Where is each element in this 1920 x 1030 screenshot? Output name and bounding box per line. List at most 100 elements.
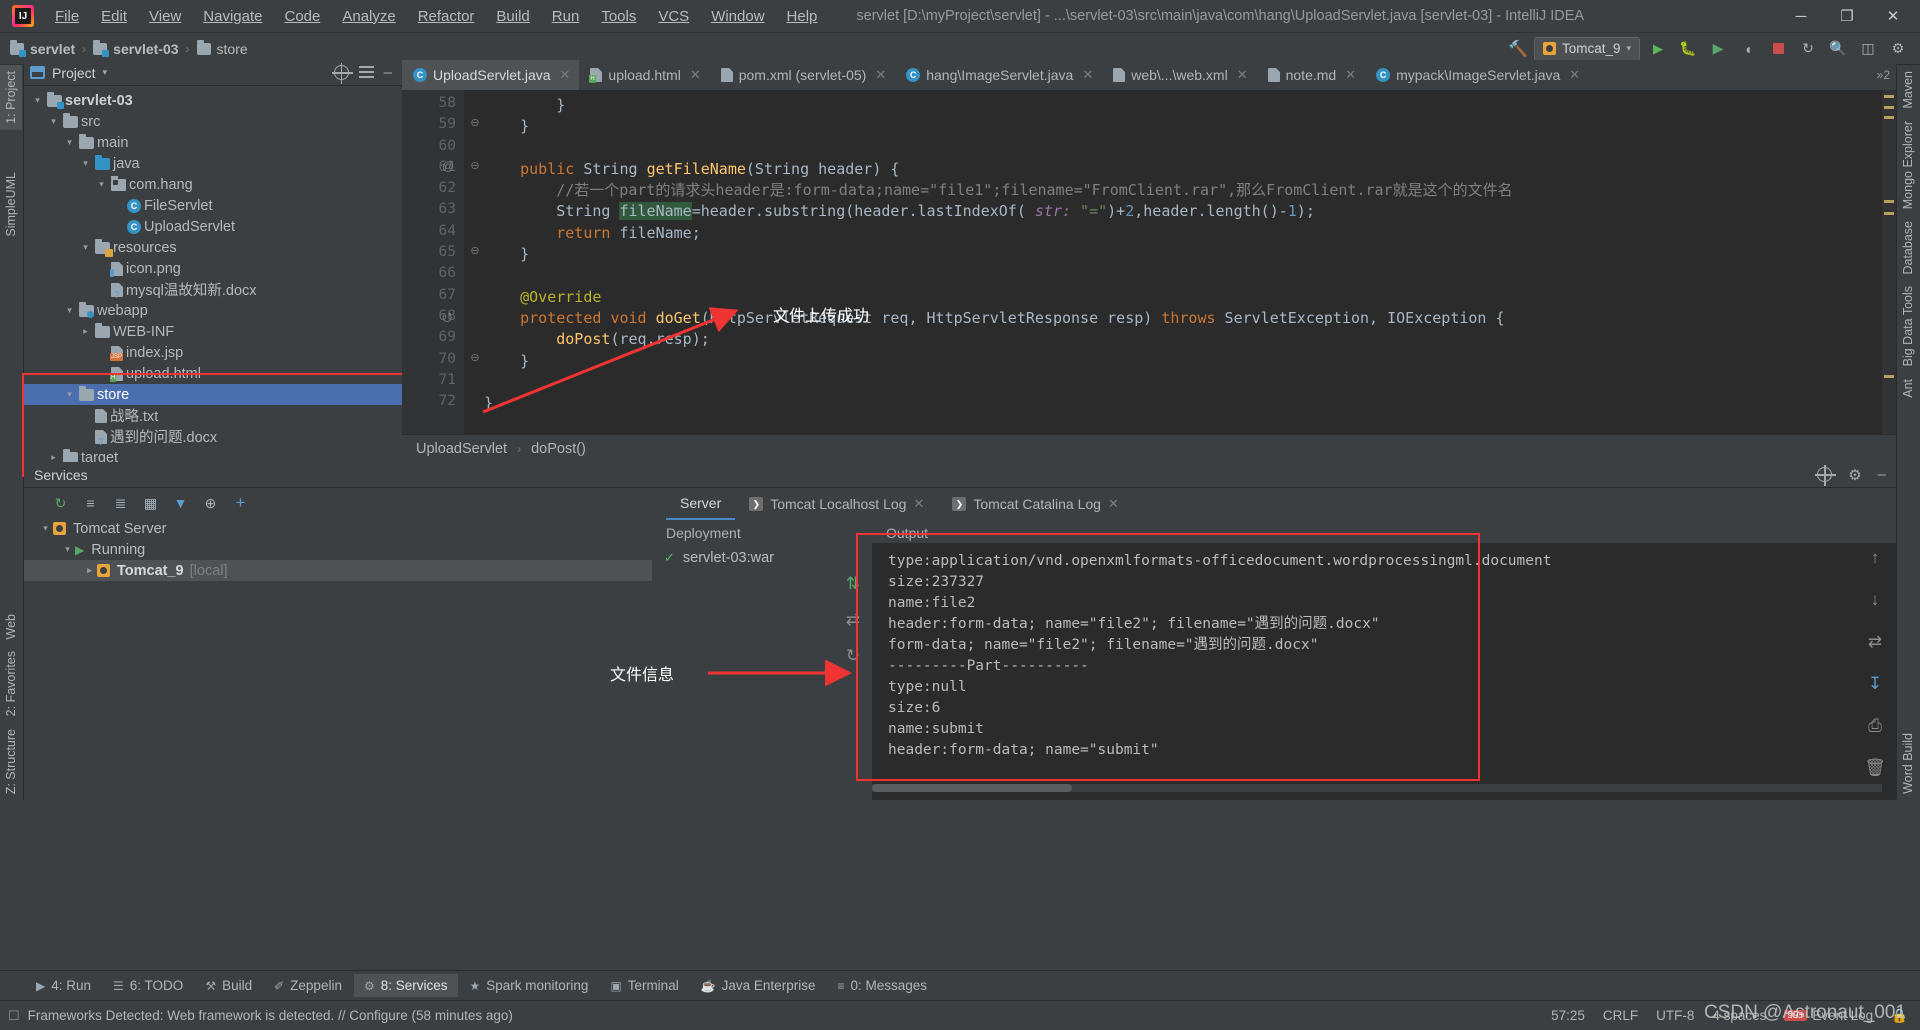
code-fold-icon[interactable]: ⊖ (468, 116, 482, 129)
project-tree-row[interactable]: ▾ java (24, 153, 402, 174)
hide-panel-icon[interactable]: – (1878, 466, 1886, 483)
rerun-icon[interactable]: ↻ (52, 495, 69, 512)
locate-icon[interactable] (1815, 465, 1837, 486)
close-icon[interactable]: ✕ (913, 496, 924, 512)
line-separator[interactable]: CRLF (1603, 1008, 1638, 1023)
code-line[interactable]: //若一个part的请求头header是:form-data;name="fil… (484, 180, 1896, 201)
tool-tab-java-enterprise[interactable]: ☕ Java Enterprise (691, 974, 826, 997)
menu-refactor[interactable]: Refactor (407, 4, 486, 29)
breadcrumb-store[interactable]: store (196, 39, 248, 57)
project-tree-row[interactable]: ▸JSPindex.jsp (24, 342, 402, 363)
locate-icon[interactable] (331, 63, 353, 84)
output-hscrollbar-track[interactable] (872, 784, 1882, 792)
tool-tab-6-todo[interactable]: ☰ 6: TODO (103, 974, 193, 997)
close-icon[interactable]: ✕ (1237, 67, 1248, 83)
right-tab-mongo[interactable]: Mongo Explorer (1897, 115, 1919, 215)
collapse-all-icon[interactable] (358, 66, 374, 79)
tool-tab-build[interactable]: ⚒ Build (195, 974, 262, 997)
server-tab[interactable]: Server (666, 488, 736, 520)
tree-arrow-icon[interactable]: ▾ (78, 242, 93, 253)
code-line[interactable] (484, 265, 1896, 286)
editor-tab[interactable]: note.md ✕ (1257, 60, 1366, 90)
status-message[interactable]: Frameworks Detected: Web framework is de… (28, 1008, 513, 1023)
tree-arrow-icon[interactable]: ▸ (78, 410, 93, 421)
left-tab-web[interactable]: Web (0, 608, 22, 645)
filter-icon[interactable]: ▼ (172, 495, 189, 512)
update-app-button[interactable]: ↻ (1796, 37, 1820, 61)
maximize-button[interactable]: ❐ (1824, 0, 1870, 32)
right-tab-maven[interactable]: Maven (1897, 65, 1919, 115)
project-tree-row[interactable]: ▸ 战略.txt (24, 405, 402, 426)
server-tab[interactable]: ❯ Tomcat Localhost Log ✕ (735, 488, 938, 520)
menu-vcs[interactable]: VCS (647, 4, 700, 29)
stop-button[interactable] (1766, 37, 1790, 61)
code-line[interactable]: } (484, 95, 1896, 116)
scroll-to-end-icon[interactable]: ↧ (1868, 674, 1882, 694)
right-tab-database[interactable]: Database (1897, 215, 1919, 281)
tree-arrow-icon[interactable]: ▸ (78, 326, 93, 337)
close-icon[interactable]: ✕ (1569, 67, 1580, 83)
settings-button[interactable]: ⚙ (1886, 37, 1910, 61)
soft-wrap-icon[interactable]: ⇄ (1868, 632, 1882, 652)
editor-tab[interactable]: Cmypack\ImageServlet.java ✕ (1365, 60, 1589, 90)
editor-tab[interactable]: Hupload.html ✕ (579, 60, 709, 90)
tree-arrow-icon[interactable]: ▾ (94, 179, 109, 190)
menu-navigate[interactable]: Navigate (192, 4, 273, 29)
tree-arrow-icon[interactable]: ▾ (46, 116, 61, 127)
project-tree-row[interactable]: ▾ resources (24, 237, 402, 258)
project-tree-row[interactable]: ▸?mysql温故知新.docx (24, 279, 402, 300)
tool-tab-8-services[interactable]: ⚙ 8: Services (353, 974, 458, 997)
layout-button[interactable]: ◫ (1856, 37, 1880, 61)
add-icon[interactable]: + (232, 493, 249, 512)
expand-all-icon[interactable]: ≡ (82, 495, 99, 512)
caret-position[interactable]: 57:25 (1551, 1008, 1585, 1023)
project-tree-row[interactable]: ▾ servlet-03 (24, 90, 402, 111)
tree-arrow-icon[interactable]: ▾ (38, 523, 53, 534)
output-hscrollbar-thumb[interactable] (872, 784, 1072, 792)
tree-arrow-icon[interactable]: ▾ (78, 158, 93, 169)
project-tree-row[interactable]: ▸Hupload.html (24, 363, 402, 384)
editor-tab[interactable]: web\...\web.xml ✕ (1102, 60, 1256, 90)
tree-arrow-icon[interactable]: ▾ (62, 389, 77, 400)
tree-arrow-icon[interactable]: ▸ (94, 284, 109, 295)
menu-run[interactable]: Run (541, 4, 591, 29)
close-icon[interactable]: ✕ (560, 67, 571, 83)
group-icon[interactable]: ▦ (142, 495, 159, 512)
breadcrumb-class[interactable]: UploadServlet (416, 441, 507, 457)
services-tree-row[interactable]: ▾ ▶ Running (24, 539, 652, 560)
tool-tab-zeppelin[interactable]: ✐ Zeppelin (264, 974, 352, 997)
code-line[interactable]: } (484, 244, 1896, 265)
code-fold-icon[interactable]: ⊖ (468, 159, 482, 172)
project-tree-row[interactable]: ▸ icon.png (24, 258, 402, 279)
left-tab-project[interactable]: 1: Project (0, 65, 22, 130)
tool-tab-0-messages[interactable]: ≡ 0: Messages (827, 974, 937, 997)
tree-arrow-icon[interactable]: ▾ (62, 305, 77, 316)
tree-arrow-icon[interactable]: ▸ (110, 221, 125, 232)
editor-tab[interactable]: pom.xml (servlet-05) ✕ (710, 60, 896, 90)
show-icon[interactable]: ⊕ (202, 495, 219, 512)
override-gutter-icon[interactable]: @ (442, 159, 464, 173)
output-pane[interactable]: Output type:application/vnd.openxmlforma… (872, 520, 1896, 800)
scroll-down-icon[interactable]: ↓ (1871, 590, 1880, 610)
output-console-text[interactable]: type:application/vnd.openxmlformats-offi… (872, 543, 1896, 761)
close-icon[interactable]: ✕ (1108, 496, 1119, 512)
menu-view[interactable]: View (138, 4, 192, 29)
breadcrumb-method[interactable]: doPost() (531, 441, 586, 457)
breadcrumb-servlet[interactable]: servlet (10, 39, 75, 57)
minimize-button[interactable]: ─ (1778, 0, 1824, 32)
menu-help[interactable]: Help (776, 4, 829, 29)
close-button[interactable]: ✕ (1870, 0, 1916, 32)
project-tree-row[interactable]: ▸CFileServlet (24, 195, 402, 216)
run-button[interactable]: ▶ (1646, 37, 1670, 61)
code-line[interactable]: public String getFileName(String header)… (484, 159, 1896, 180)
left-tab-structure[interactable]: Z: Structure (0, 723, 22, 800)
code-line[interactable]: return fileName; (484, 223, 1896, 244)
code-line[interactable] (484, 138, 1896, 159)
chevron-down-icon[interactable]: ▾ (103, 67, 108, 78)
print-icon[interactable]: ⎙ (1868, 716, 1882, 736)
tool-tab-spark-monitoring[interactable]: ★ Spark monitoring (460, 974, 599, 997)
run-with-coverage-button[interactable]: ▶ (1706, 37, 1730, 61)
run-configuration-selector[interactable]: Tomcat_9 ▾ (1533, 36, 1640, 61)
project-tree-row[interactable]: ▾ store (24, 384, 402, 405)
editor-gutter[interactable]: 58 59 60 61 62 63 64 65 66 67 68 69 70 71 72 (402, 90, 464, 434)
